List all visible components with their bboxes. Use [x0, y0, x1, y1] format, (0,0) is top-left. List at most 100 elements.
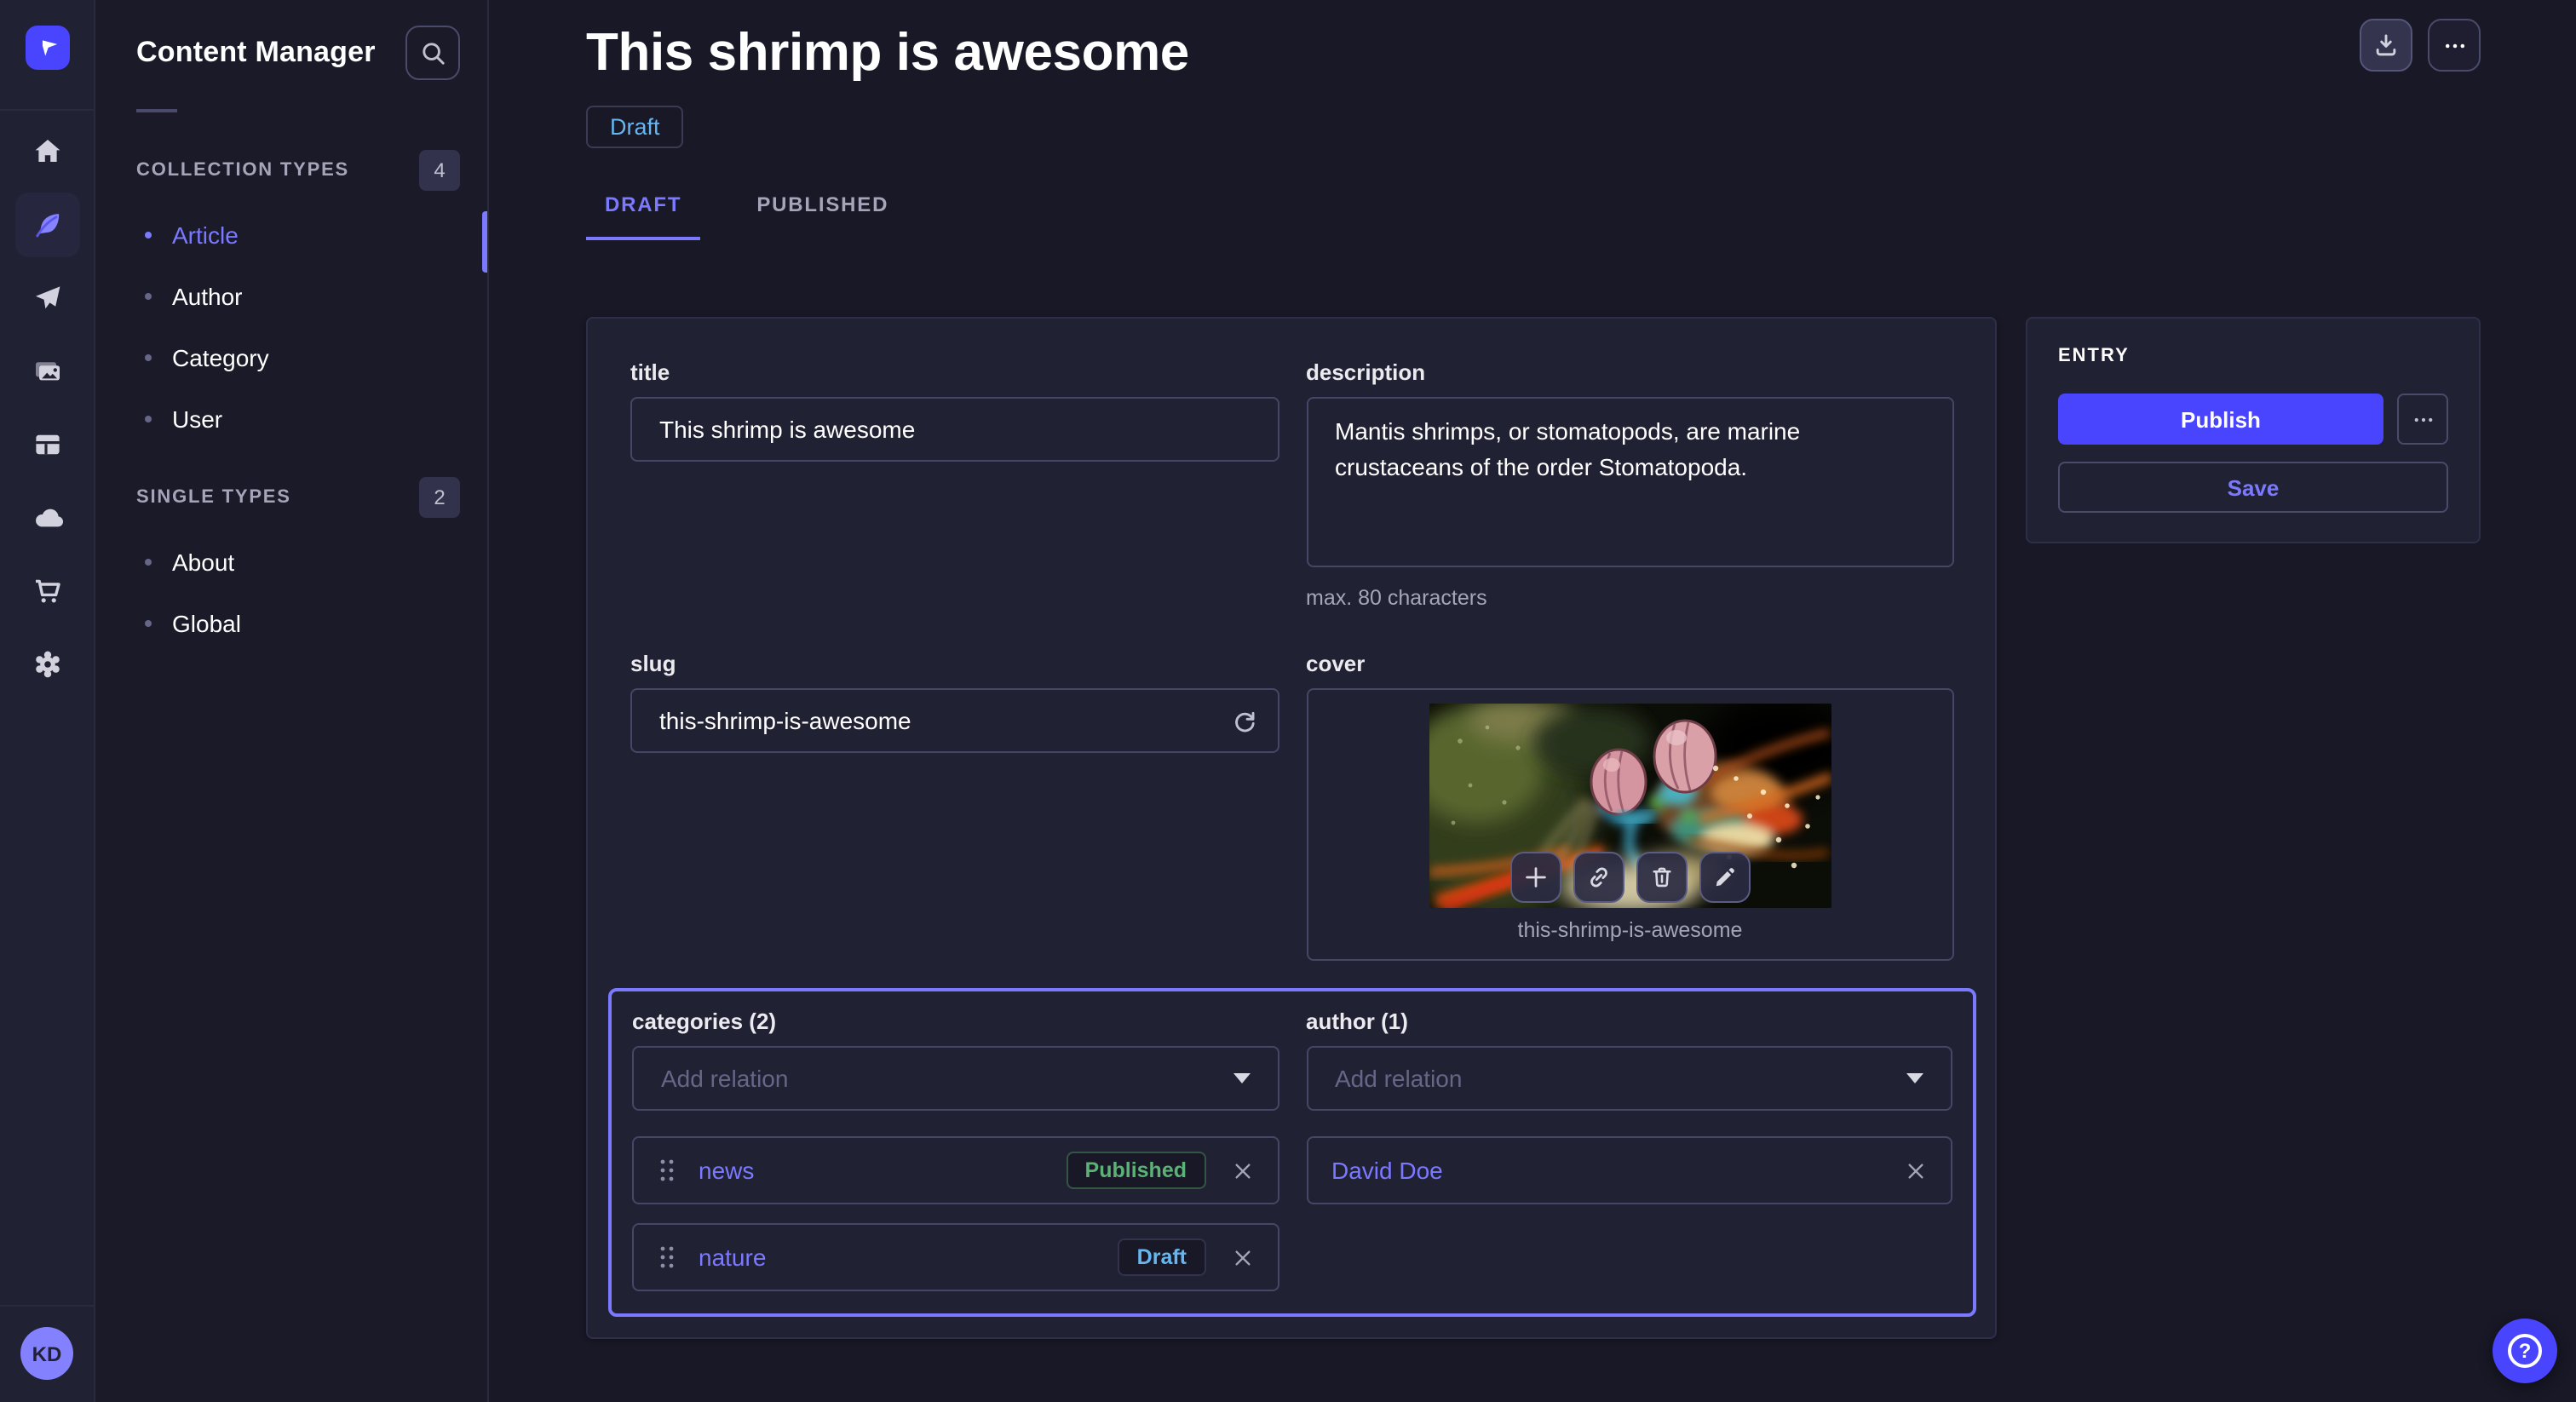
- combobox-placeholder: Add relation: [1335, 1065, 1462, 1092]
- main-content: This shrimp is awesome Draft DRAFT PUBLI…: [489, 0, 2576, 1402]
- entry-more-button[interactable]: [2397, 394, 2448, 445]
- app-window: KD Content Manager COLLECTION TYPES 4 Ar…: [0, 0, 2576, 1402]
- sidebar-item-label: About: [172, 549, 234, 576]
- download-button[interactable]: [2360, 19, 2412, 72]
- logo-section: [0, 0, 94, 111]
- field-slug: slug: [630, 651, 1279, 753]
- marketplace-icon[interactable]: [14, 558, 79, 623]
- subnav: Content Manager COLLECTION TYPES 4 Artic…: [95, 0, 489, 1402]
- question-mark-icon: ?: [2508, 1334, 2542, 1368]
- sidebar-item-category[interactable]: Category: [95, 327, 487, 388]
- help-button[interactable]: ?: [2493, 1319, 2557, 1383]
- sidebar-item-label: Author: [172, 283, 243, 310]
- author-add-relation-combobox[interactable]: Add relation: [1306, 1046, 1952, 1111]
- sidebar-item-label: User: [172, 405, 222, 433]
- publish-button[interactable]: Publish: [2058, 394, 2383, 445]
- status-badge: Draft: [586, 106, 684, 148]
- chevron-down-icon: [1233, 1073, 1250, 1083]
- trash-icon: [1648, 864, 1676, 891]
- divider: [136, 109, 177, 112]
- edit-form-card: title description Mantis shrimps, or sto…: [586, 317, 1997, 1339]
- drag-handle-icon[interactable]: [658, 1244, 676, 1271]
- more-options-button[interactable]: [2428, 19, 2481, 72]
- version-tabs: DRAFT PUBLISHED: [586, 192, 2481, 240]
- content-type-builder-icon[interactable]: [14, 411, 79, 476]
- remove-relation-button[interactable]: [1231, 1159, 1253, 1181]
- field-label: description: [1306, 359, 1954, 385]
- page-title: This shrimp is awesome: [586, 22, 2481, 83]
- avatar[interactable]: KD: [20, 1327, 73, 1380]
- media-library-icon[interactable]: [14, 338, 79, 403]
- relation-link[interactable]: news: [699, 1157, 754, 1184]
- sidebar-item-article[interactable]: Article: [95, 204, 487, 266]
- field-label: categories (2): [632, 1008, 1279, 1034]
- field-label: cover: [1306, 651, 1954, 676]
- single-types-list: About Global: [95, 531, 487, 654]
- count-badge: 2: [419, 477, 460, 518]
- bullet-dot: [145, 416, 152, 422]
- field-label: title: [630, 359, 1279, 385]
- save-button[interactable]: Save: [2058, 462, 2448, 513]
- tab-draft[interactable]: DRAFT: [586, 192, 700, 240]
- cover-asset-card: this-shrimp-is-awesome: [1306, 688, 1954, 961]
- subnav-title: Content Manager: [136, 36, 376, 70]
- slug-input[interactable]: [630, 688, 1279, 753]
- close-icon: [1231, 1246, 1253, 1268]
- edit-asset-button[interactable]: [1699, 852, 1751, 903]
- bullet-dot: [145, 620, 152, 627]
- sidebar-item-user[interactable]: User: [95, 388, 487, 450]
- sidebar-item-global[interactable]: Global: [95, 593, 487, 654]
- regenerate-slug-button[interactable]: [1229, 705, 1260, 736]
- field-description: description Mantis shrimps, or stomatopo…: [1306, 359, 1954, 610]
- delete-asset-button[interactable]: [1636, 852, 1688, 903]
- download-icon: [2372, 31, 2401, 60]
- description-textarea[interactable]: Mantis shrimps, or stomatopods, are mari…: [1306, 397, 1954, 567]
- more-icon: [2410, 406, 2435, 432]
- add-asset-button[interactable]: [1510, 852, 1561, 903]
- relation-item-news: news Published: [632, 1136, 1279, 1204]
- remove-relation-button[interactable]: [1231, 1246, 1253, 1268]
- tab-published[interactable]: PUBLISHED: [738, 192, 907, 240]
- relation-item-nature: nature Draft: [632, 1223, 1279, 1291]
- section-collection-types: COLLECTION TYPES 4: [136, 150, 460, 191]
- bullet-dot: [145, 232, 152, 238]
- strapi-logo[interactable]: [25, 26, 69, 70]
- relation-item-david-doe: David Doe: [1306, 1136, 1952, 1204]
- sidebar-item-about[interactable]: About: [95, 531, 487, 593]
- content-manager-icon[interactable]: [14, 192, 79, 256]
- bullet-dot: [145, 559, 152, 566]
- close-icon: [1231, 1159, 1253, 1181]
- releases-icon[interactable]: [14, 265, 79, 330]
- field-hint: max. 80 characters: [1306, 586, 1954, 610]
- copy-link-button[interactable]: [1573, 852, 1624, 903]
- settings-icon[interactable]: [14, 631, 79, 696]
- title-input[interactable]: [630, 397, 1279, 462]
- header-actions: [2360, 19, 2481, 72]
- bullet-dot: [145, 293, 152, 300]
- section-label: SINGLE TYPES: [136, 487, 291, 508]
- relation-link[interactable]: David Doe: [1331, 1157, 1443, 1184]
- home-icon[interactable]: [14, 118, 79, 183]
- categories-add-relation-combobox[interactable]: Add relation: [632, 1046, 1279, 1111]
- search-button[interactable]: [405, 26, 460, 80]
- main-nav-rail: KD: [0, 0, 95, 1402]
- count-badge: 4: [419, 150, 460, 191]
- search-icon: [418, 38, 447, 67]
- field-categories: categories (2) Add relation news: [632, 1008, 1279, 1291]
- close-icon: [1905, 1159, 1927, 1181]
- remove-relation-button[interactable]: [1905, 1159, 1927, 1181]
- bullet-dot: [145, 354, 152, 361]
- sidebar-item-label: Article: [172, 221, 239, 249]
- collection-types-list: Article Author Category User: [95, 204, 487, 450]
- section-label: COLLECTION TYPES: [136, 160, 349, 181]
- relation-link[interactable]: nature: [699, 1244, 766, 1271]
- entry-panel-title: ENTRY: [2058, 346, 2448, 366]
- field-cover: cover: [1306, 651, 1954, 961]
- rail-footer: KD: [0, 1305, 94, 1402]
- drag-handle-icon[interactable]: [658, 1157, 676, 1184]
- cover-toolbar: [1510, 852, 1751, 903]
- field-author: author (1) Add relation David Doe: [1306, 1008, 1952, 1204]
- relation-status-badge: Published: [1067, 1152, 1205, 1189]
- sidebar-item-author[interactable]: Author: [95, 266, 487, 327]
- cloud-icon[interactable]: [14, 485, 79, 549]
